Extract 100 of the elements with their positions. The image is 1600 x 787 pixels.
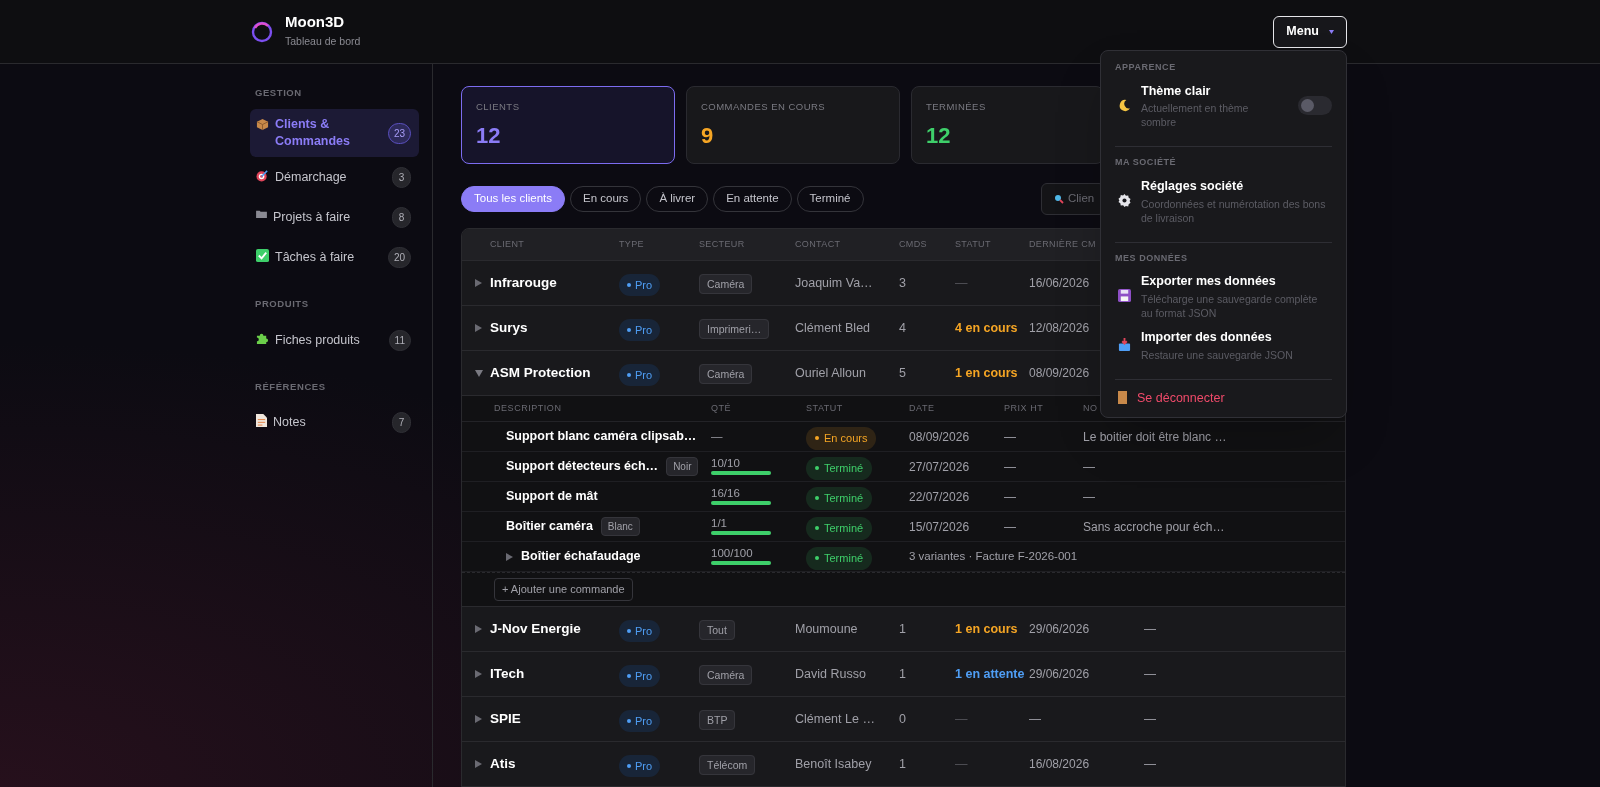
sidebar-item[interactable]: Projets à faire 8 <box>250 198 419 238</box>
table-cell-text: — <box>1144 621 1157 638</box>
order-price: — <box>1004 488 1017 506</box>
column-header: CLIENT <box>490 237 526 251</box>
box-icon <box>256 118 269 132</box>
column-header: TYPE <box>619 237 645 251</box>
order-description: Support blanc caméra clipsab… <box>506 428 697 446</box>
quantity: 1/1 <box>711 517 728 530</box>
app-name: Moon3D <box>285 13 346 32</box>
client-name: ASM Protection <box>490 363 592 382</box>
order-price: — <box>1004 518 1017 536</box>
client-status: 4 en cours <box>955 319 1019 337</box>
theme-toggle[interactable] <box>1298 95 1332 115</box>
client-name: Atis <box>490 754 517 773</box>
table-cell-text: — <box>1144 711 1157 728</box>
client-status: 1 en attente <box>955 665 1026 683</box>
last-order-date: 16/06/2026 <box>1029 275 1091 292</box>
sector-tag: BTP <box>699 710 736 730</box>
column-header: CMDS <box>899 237 928 251</box>
status-pill: Terminé <box>806 547 873 570</box>
caret-down-icon[interactable] <box>475 369 483 377</box>
menu-item[interactable]: Réglages société Coordonnées et numérotation des bons de livraison <box>1115 176 1332 225</box>
order-count: 4 <box>899 319 907 337</box>
column-header: DERNIÈRE CM <box>1029 237 1097 251</box>
sidebar-item[interactable]: Notes 7 <box>250 402 419 442</box>
caret-icon <box>1329 29 1334 34</box>
caret-right-icon[interactable] <box>475 670 482 678</box>
column-header: STATUT <box>806 401 844 415</box>
sidebar-item[interactable]: Fiches produits 11 <box>250 320 419 360</box>
caret-right-icon[interactable] <box>475 715 482 723</box>
order-description: Support de mât <box>506 488 598 506</box>
menu-button[interactable]: Menu <box>1273 15 1347 48</box>
last-order-date: 29/06/2026 <box>1029 621 1091 638</box>
order-count: 3 <box>899 274 907 292</box>
count-badge: 23 <box>387 122 411 144</box>
type-badge: Pro <box>619 318 661 342</box>
order-price: — <box>1004 458 1017 476</box>
stat-value: 9 <box>701 122 715 151</box>
client-status: — <box>955 710 969 728</box>
quantity: — <box>711 430 724 443</box>
menu-item[interactable]: Thème clair Actuellement en thème sombre <box>1115 81 1332 130</box>
caret-right-icon[interactable] <box>506 552 513 561</box>
menu-item[interactable]: Exporter mes données Télécharge une sauvegarde complète au format JSON <box>1115 272 1332 320</box>
type-badge: Pro <box>619 709 661 733</box>
caret-right-icon[interactable] <box>475 279 482 287</box>
client-status: 1 en cours <box>955 364 1019 382</box>
client-status: 1 en cours <box>955 620 1019 638</box>
sidebar-item[interactable]: Démarchage 3 <box>250 158 419 198</box>
section-title: PRODUITS <box>254 297 310 312</box>
last-order-date: — <box>1029 711 1042 728</box>
document-icon <box>256 413 267 427</box>
order-count: 0 <box>899 710 907 728</box>
client-name: J-Nov Energie <box>490 619 582 638</box>
checkbox-icon <box>256 249 269 263</box>
logout-button[interactable]: Se déconnecter <box>1115 388 1225 410</box>
contact-name: Ouriel Alloun <box>795 364 867 382</box>
stat-value: 12 <box>926 122 952 151</box>
caret-right-icon[interactable] <box>475 625 482 633</box>
search-icon <box>1054 194 1064 204</box>
status-pill: Terminé <box>806 487 873 510</box>
menu-section-title: MES DONNÉES <box>1115 251 1189 265</box>
column-header: DESCRIPTION <box>494 401 563 415</box>
table-cell-text: — <box>1144 756 1157 773</box>
menu-item[interactable]: Importer des données Restaure une sauvegarde JSON <box>1115 327 1332 362</box>
quantity: 10/10 <box>711 457 741 470</box>
stat-card[interactable]: CLIENTS 12 <box>461 86 675 164</box>
order-date: 08/09/2026 <box>909 428 971 446</box>
table-cell-text: — <box>1144 666 1157 683</box>
stat-label: CLIENTS <box>476 100 521 114</box>
client-name: SPIE <box>490 709 522 728</box>
section-title: GESTION <box>254 86 303 100</box>
order-price: — <box>1004 428 1017 446</box>
count-badge: 20 <box>387 247 411 269</box>
last-order-date: 08/09/2026 <box>1029 365 1091 382</box>
sidebar-item[interactable]: Tâches à faire 20 <box>250 238 419 278</box>
column-header: NO <box>1083 401 1099 415</box>
column-header: DATE <box>909 401 936 415</box>
add-order-button[interactable]: + Ajouter une commande <box>494 578 633 601</box>
contact-name: Clément Bled <box>795 319 872 337</box>
stat-card[interactable]: COMMANDES EN COURS 9 <box>686 86 900 164</box>
client-status: — <box>955 755 969 773</box>
stat-value: 12 <box>476 122 502 151</box>
caret-right-icon[interactable] <box>475 324 482 332</box>
order-notes: — <box>1083 488 1096 506</box>
order-date: 27/07/2026 <box>909 458 971 476</box>
stat-label: COMMANDES EN COURS <box>701 100 827 114</box>
client-name: Infrarouge <box>490 273 558 292</box>
order-summary: 3 variantes · Facture F-2026-001 <box>909 548 1079 564</box>
sidebar-item[interactable]: Clients & Commandes 23 <box>250 109 419 158</box>
order-count: 1 <box>899 755 907 773</box>
order-notes: Sans accroche pour éch… <box>1083 518 1226 536</box>
last-order-date: 16/08/2026 <box>1029 756 1091 773</box>
count-badge: 8 <box>392 207 411 229</box>
contact-name: Benoît Isabey <box>795 755 873 773</box>
puzzle-icon <box>256 331 269 345</box>
contact-name: Clément Le … <box>795 710 876 728</box>
logo-icon <box>250 19 274 44</box>
order-notes: — <box>1083 458 1096 476</box>
type-badge: Pro <box>619 754 661 778</box>
caret-right-icon[interactable] <box>475 760 482 768</box>
